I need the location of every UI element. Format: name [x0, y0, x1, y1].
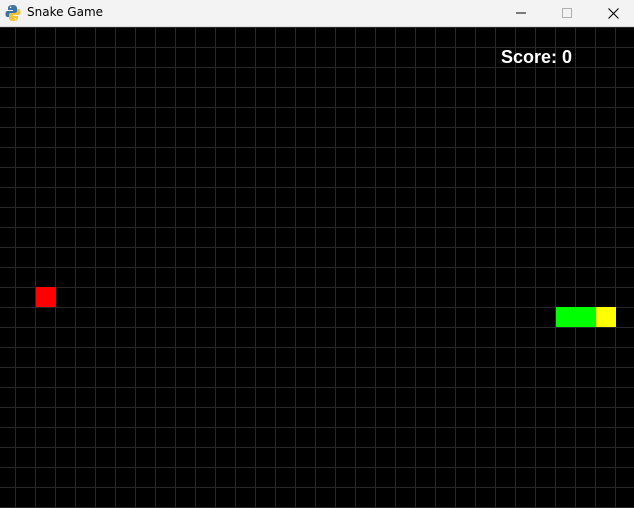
snake-body-segment [556, 307, 576, 327]
minimize-button[interactable] [498, 0, 544, 26]
snake-body-segment [576, 307, 596, 327]
game-board[interactable] [0, 27, 634, 508]
close-button[interactable] [590, 0, 634, 26]
snake-head [596, 307, 616, 327]
minimize-icon [516, 12, 526, 14]
close-icon [607, 7, 619, 19]
maximize-icon [562, 8, 572, 18]
game-window: Snake Game Score: 0 [0, 0, 634, 508]
python-pygame-icon [5, 5, 21, 21]
window-title: Snake Game [27, 5, 104, 19]
maximize-button[interactable] [544, 0, 590, 26]
title-bar[interactable]: Snake Game [0, 0, 634, 27]
food-apple [36, 287, 56, 307]
score-label: Score: 0 [501, 47, 573, 67]
